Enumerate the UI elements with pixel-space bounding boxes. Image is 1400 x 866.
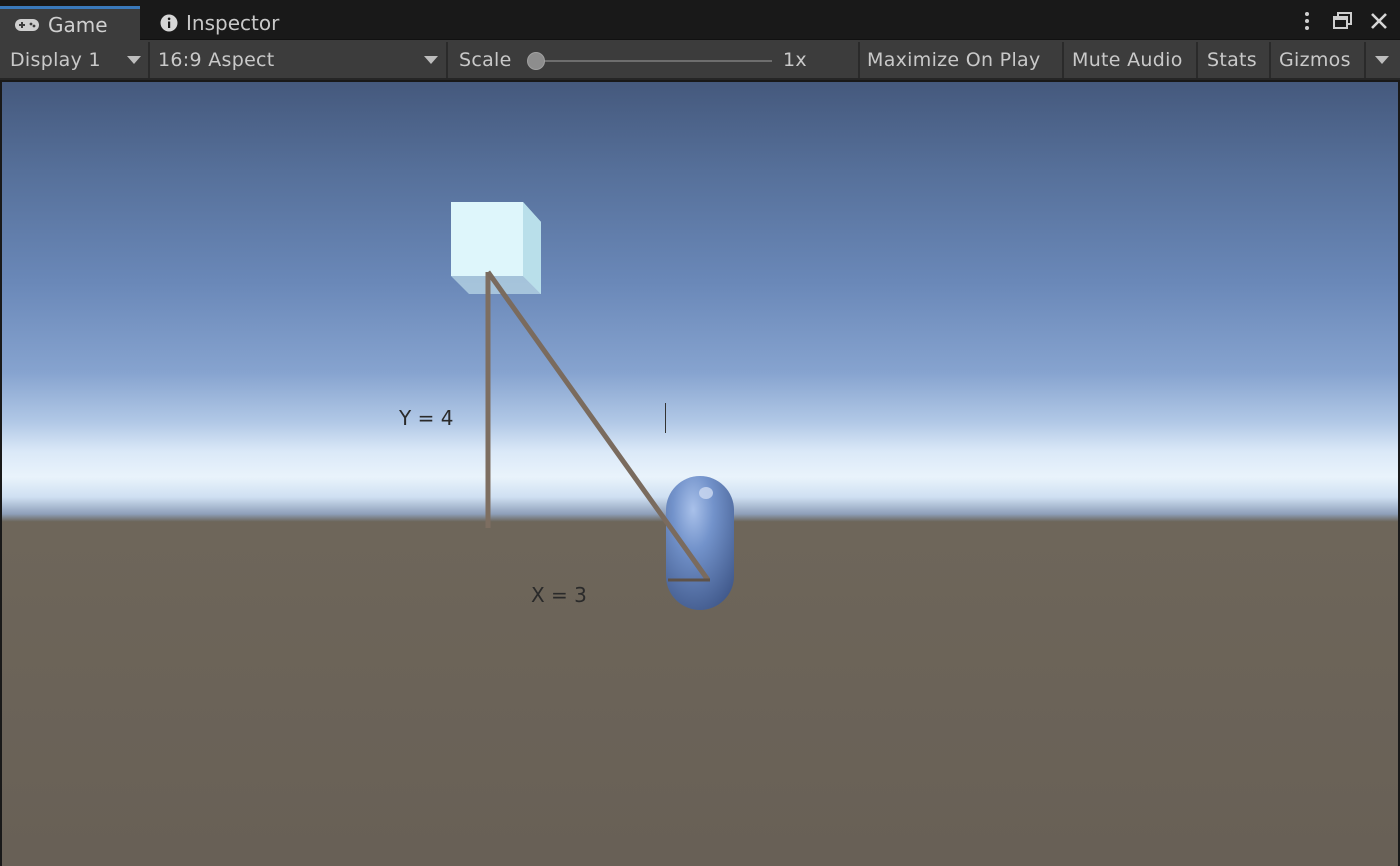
- game-window: Game Inspector Display 1 16:9 Aspect Sca…: [0, 0, 1400, 866]
- aspect-dropdown[interactable]: 16:9 Aspect: [158, 40, 275, 80]
- maximize-on-play-label: Maximize On Play: [867, 49, 1041, 71]
- scale-value: 1x: [783, 40, 807, 80]
- scene-render: [2, 202, 1398, 866]
- tab-inspector-label: Inspector: [186, 11, 280, 35]
- mute-audio-label: Mute Audio: [1072, 49, 1183, 71]
- close-icon[interactable]: [1368, 9, 1390, 33]
- more-options-icon[interactable]: [1296, 9, 1318, 33]
- aspect-dropdown-value: 16:9 Aspect: [158, 49, 275, 71]
- scale-label-text: Scale: [459, 49, 512, 71]
- window-actions: [1296, 6, 1400, 36]
- toolbar-divider: [148, 42, 150, 78]
- toolbar-divider: [446, 42, 448, 78]
- gamepad-icon: [14, 17, 40, 33]
- toolbar-divider: [1364, 42, 1366, 78]
- x-distance-label: X = 3: [531, 583, 587, 607]
- scale-slider-handle[interactable]: [527, 52, 545, 70]
- text-cursor: [665, 403, 666, 433]
- gizmos-label: Gizmos: [1279, 49, 1351, 71]
- stats-label: Stats: [1207, 49, 1258, 71]
- stats-toggle[interactable]: Stats: [1207, 40, 1257, 80]
- mute-audio-toggle[interactable]: Mute Audio: [1072, 40, 1183, 80]
- display-dropdown-value: Display 1: [10, 49, 101, 71]
- toolbar-divider: [1269, 42, 1271, 78]
- gizmos-toggle[interactable]: Gizmos: [1279, 40, 1351, 80]
- tab-inspector[interactable]: Inspector: [146, 6, 306, 40]
- display-dropdown[interactable]: Display 1: [10, 40, 101, 80]
- info-icon: [160, 14, 178, 32]
- aspect-dropdown-arrow-icon[interactable]: [424, 56, 438, 64]
- scale-slider-track[interactable]: [536, 60, 772, 62]
- maximize-window-icon[interactable]: [1332, 9, 1354, 33]
- tab-bar: Game Inspector: [0, 0, 1400, 40]
- tab-game[interactable]: Game: [0, 6, 140, 40]
- maximize-on-play-toggle[interactable]: Maximize On Play: [867, 40, 1041, 80]
- y-distance-label: Y = 4: [399, 406, 454, 430]
- tab-game-label: Game: [48, 12, 108, 37]
- gizmos-dropdown-arrow-icon[interactable]: [1375, 56, 1389, 64]
- toolbar-divider: [1196, 42, 1198, 78]
- scale-label: Scale: [459, 40, 512, 80]
- game-viewport[interactable]: Y = 4 X = 3: [2, 82, 1398, 866]
- toolbar-divider: [858, 42, 860, 78]
- display-dropdown-arrow-icon[interactable]: [127, 56, 141, 64]
- scale-value-text: 1x: [783, 49, 807, 71]
- toolbar-divider: [1062, 42, 1064, 78]
- capsule-object: [666, 476, 734, 610]
